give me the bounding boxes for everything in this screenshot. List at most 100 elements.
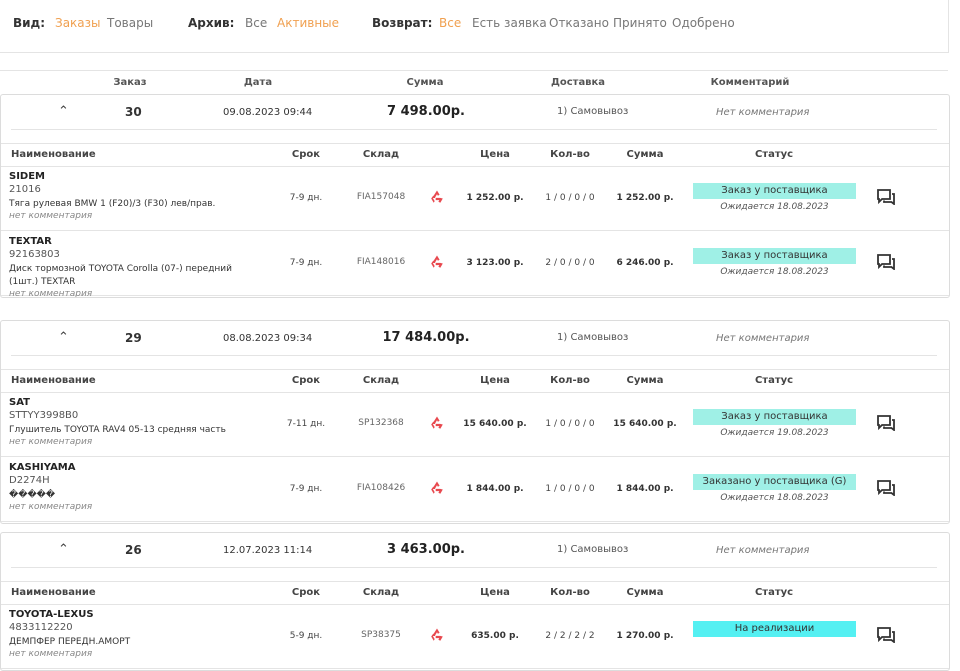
return-option-accepted[interactable]: Принято <box>613 16 667 30</box>
view-option-orders[interactable]: Заказы <box>55 16 101 30</box>
recycle-icon[interactable] <box>429 627 445 643</box>
divider <box>11 567 937 568</box>
item-qty: 2 / 2 / 2 / 2 <box>545 631 595 641</box>
view-option-goods[interactable]: Товары <box>107 16 153 30</box>
item-comment: нет комментария <box>9 437 93 447</box>
order-delivery: 1) Самовывоз <box>557 332 629 343</box>
return-filter-label: Возврат: <box>372 16 433 30</box>
col-item-term: Срок <box>291 587 321 598</box>
item-qty: 1 / 0 / 0 / 0 <box>545 419 595 429</box>
items-column-header: Наименование Срок Склад Цена Кол-во Сумма Стат… <box>1 369 949 393</box>
col-item-name: Наименование <box>11 375 96 386</box>
order-sum: 3 463.00р. <box>387 542 465 557</box>
order-header[interactable]: ⌃ 26 12.07.2023 11:14 3 463.00р. 1) Самовыво… <box>1 533 949 569</box>
item-comment: нет комментария <box>9 649 93 659</box>
order-date: 09.08.2023 09:44 <box>223 107 313 118</box>
item-sum: 6 246.00 р. <box>616 258 674 268</box>
chat-icon[interactable] <box>877 415 895 432</box>
col-item-term: Срок <box>291 149 321 160</box>
item-name: Тяга рулевая BMW 1 (F20)/3 (F30) лев/пра… <box>9 199 216 209</box>
item-article: 4833112220 <box>9 622 73 633</box>
status-badge: На реализации <box>693 621 856 637</box>
item-brand: TEXTAR <box>9 236 52 247</box>
item-stock: FIA157048 <box>356 192 406 202</box>
item-term: 7-9 дн. <box>289 258 323 268</box>
col-item-name: Наименование <box>11 149 96 160</box>
col-item-status: Статус <box>754 375 794 386</box>
chevron-up-icon[interactable]: ⌃ <box>58 330 69 345</box>
chat-icon[interactable] <box>877 480 895 497</box>
item-expected-date: Ожидается 18.08.2023 <box>720 493 829 503</box>
order-block: ⌃ 30 09.08.2023 09:44 7 498.00р. 1) Самовыво… <box>0 94 950 298</box>
order-block: ⌃ 26 12.07.2023 11:14 3 463.00р. 1) Самовыво… <box>0 532 950 671</box>
item-name: ДЕМПФЕР ПЕРЕДН.АМОРТ <box>9 637 131 647</box>
col-item-stock: Склад <box>362 149 400 160</box>
return-option-has-request[interactable]: Есть заявка <box>472 16 547 30</box>
col-item-price: Цена <box>480 149 510 160</box>
recycle-icon[interactable] <box>429 480 445 496</box>
item-price: 1 252.00 р. <box>466 193 524 203</box>
item-article: D2274H <box>9 475 50 486</box>
chat-icon[interactable] <box>877 627 895 644</box>
item-price: 635.00 р. <box>471 631 519 641</box>
col-item-sum: Сумма <box>626 149 664 160</box>
col-delivery[interactable]: Доставка <box>551 77 605 88</box>
col-item-price: Цена <box>480 587 510 598</box>
order-comment: Нет комментария <box>716 107 810 118</box>
order-item-row: KASHIYAMA D2274H ����� нет комментария 7-9 д… <box>1 457 949 522</box>
order-item-row: TEXTAR 92163803 Диск тормозной TOYOTA Coro… <box>1 231 949 297</box>
chevron-up-icon[interactable]: ⌃ <box>58 542 69 557</box>
item-sum: 1 252.00 р. <box>616 193 674 203</box>
recycle-icon[interactable] <box>429 189 445 205</box>
order-date: 12.07.2023 11:14 <box>223 545 313 556</box>
archive-option-all[interactable]: Все <box>245 16 267 30</box>
col-item-status: Статус <box>754 149 794 160</box>
col-date[interactable]: Дата <box>244 77 272 88</box>
status-badge: Заказано у поставщика (G) <box>693 474 856 490</box>
item-comment: нет комментария <box>9 502 93 512</box>
item-price: 1 844.00 р. <box>466 484 524 494</box>
item-stock: FIA148016 <box>356 257 406 267</box>
order-item-row: SAT STTYY3998B0 Глушитель TOYOTA RAV4 05-1… <box>1 392 949 457</box>
item-price: 3 123.00 р. <box>466 258 524 268</box>
return-option-approved[interactable]: Одобрено <box>672 16 735 30</box>
item-brand: SIDEM <box>9 171 46 182</box>
item-stock: SP38375 <box>361 630 401 640</box>
order-block: ⌃ 29 08.08.2023 09:34 17 484.00р. 1) Самовыв… <box>0 320 950 524</box>
order-header[interactable]: ⌃ 30 09.08.2023 09:44 7 498.00р. 1) Самовыво… <box>1 95 949 131</box>
item-term: 5-9 дн. <box>289 631 323 641</box>
item-stock: FIA108426 <box>356 483 406 493</box>
order-number: 30 <box>125 105 142 119</box>
col-item-stock: Склад <box>362 587 400 598</box>
col-order[interactable]: Заказ <box>113 77 146 88</box>
item-name: Диск тормозной TOYOTA Corolla (07-) пере… <box>9 264 233 287</box>
recycle-icon[interactable] <box>429 254 445 270</box>
view-filter-label: Вид: <box>13 16 46 30</box>
return-option-all[interactable]: Все <box>439 16 461 30</box>
col-item-name: Наименование <box>11 587 96 598</box>
order-sum: 17 484.00р. <box>382 330 470 345</box>
item-article: STTYY3998B0 <box>9 410 79 421</box>
item-sum: 1 270.00 р. <box>616 631 674 641</box>
col-item-price: Цена <box>480 375 510 386</box>
item-name: ����� <box>9 490 56 500</box>
item-article: 21016 <box>9 184 41 195</box>
item-brand: TOYOTA-LEXUS <box>9 609 94 620</box>
archive-option-active[interactable]: Активные <box>277 16 339 30</box>
recycle-icon[interactable] <box>429 415 445 431</box>
col-sum[interactable]: Сумма <box>407 77 444 88</box>
items-column-header: Наименование Срок Склад Цена Кол-во Сумма Стат… <box>1 143 949 167</box>
order-header[interactable]: ⌃ 29 08.08.2023 09:34 17 484.00р. 1) Самовыв… <box>1 321 949 357</box>
divider <box>11 355 937 356</box>
orders-column-header: Заказ Дата Сумма Доставка Комментарий <box>0 70 948 93</box>
item-expected-date: Ожидается 18.08.2023 <box>720 267 829 277</box>
chevron-up-icon[interactable]: ⌃ <box>58 104 69 119</box>
return-option-refused[interactable]: Отказано <box>549 16 609 30</box>
chat-icon[interactable] <box>877 189 895 206</box>
col-item-stock: Склад <box>362 375 400 386</box>
col-comment[interactable]: Комментарий <box>711 77 790 88</box>
item-term: 7-11 дн. <box>286 419 326 429</box>
order-delivery: 1) Самовывоз <box>557 106 629 117</box>
col-item-status: Статус <box>754 587 794 598</box>
chat-icon[interactable] <box>877 254 895 271</box>
